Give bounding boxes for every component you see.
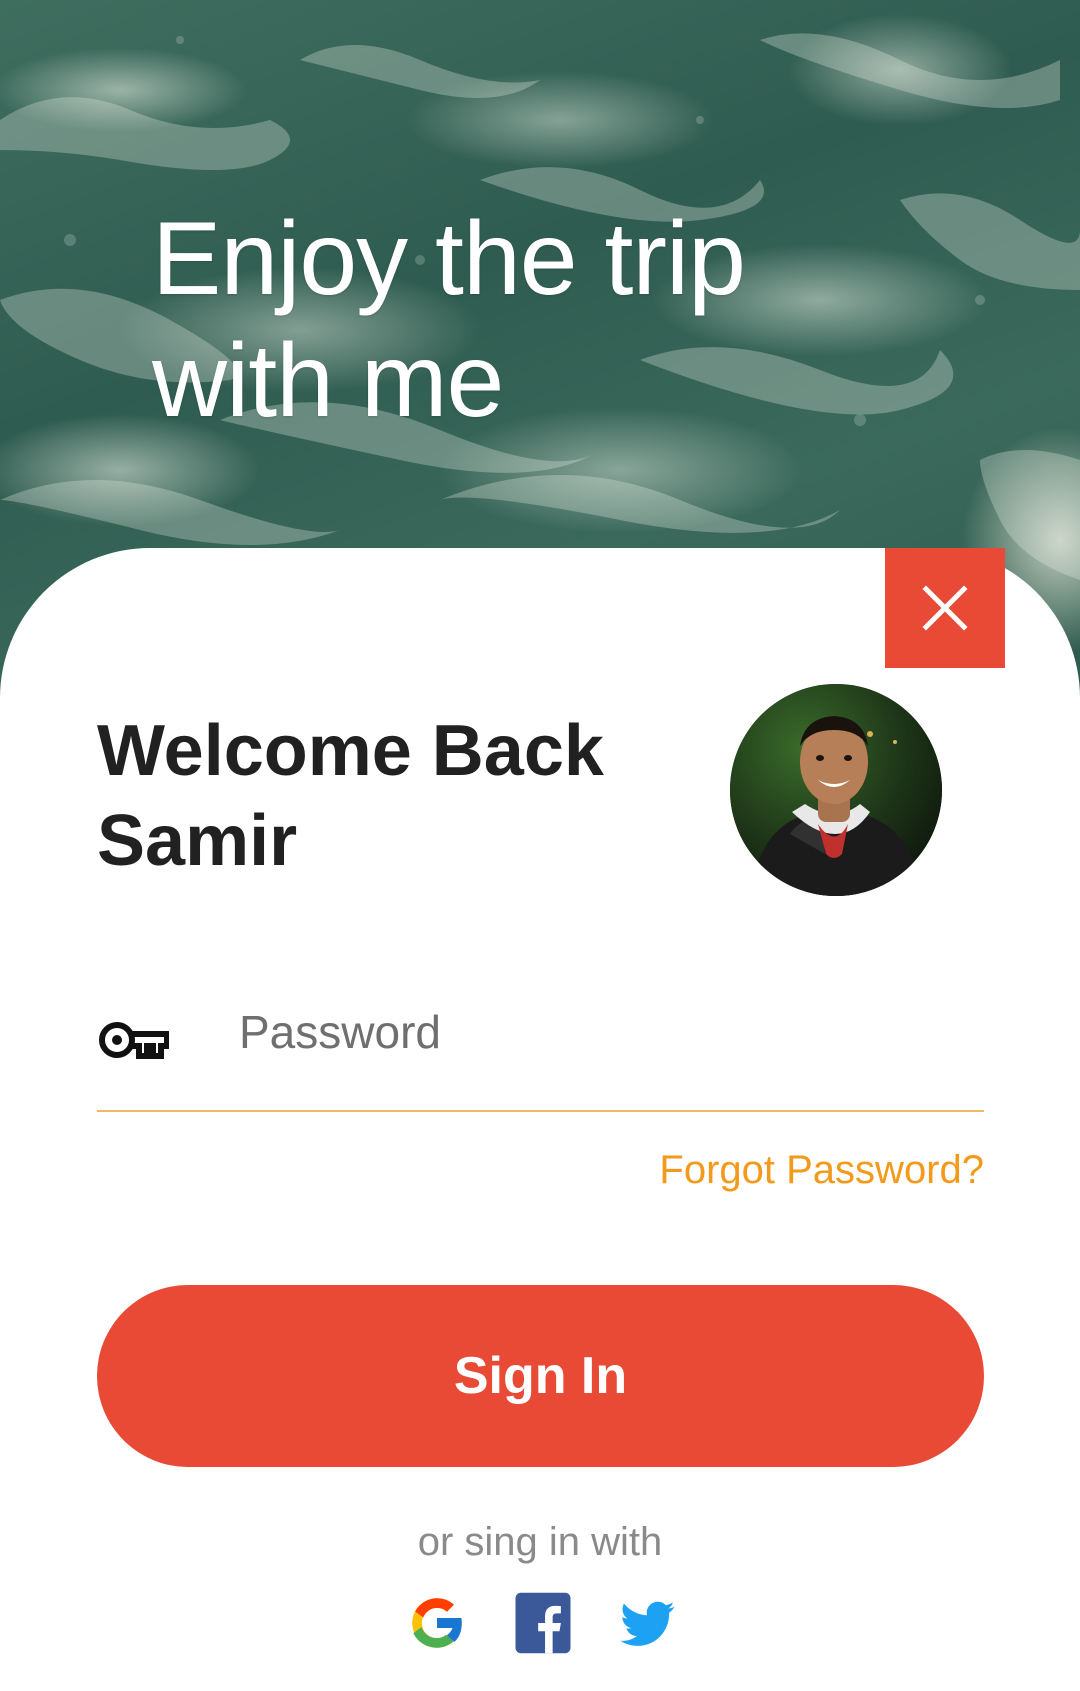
welcome-heading: Welcome Back Samir <box>97 711 604 881</box>
user-avatar-photo <box>730 684 942 896</box>
sign-in-button[interactable]: Sign In <box>97 1285 984 1467</box>
key-icon <box>99 1022 169 1059</box>
avatar <box>730 684 942 896</box>
forgot-password-link[interactable]: Forgot Password? <box>659 1148 984 1193</box>
facebook-signin-button[interactable] <box>510 1590 576 1656</box>
social-signin-label: or sing in with <box>417 1520 663 1564</box>
google-signin-button[interactable] <box>404 1590 470 1656</box>
close-icon <box>922 585 968 631</box>
password-field <box>97 990 984 1112</box>
twitter-icon <box>620 1601 675 1646</box>
login-screen: Enjoy the trip with me Welcome Back Sami… <box>0 0 1080 1691</box>
password-input[interactable] <box>239 990 939 1074</box>
hero-title: Enjoy the trip with me <box>152 201 746 439</box>
close-button[interactable] <box>885 548 1005 668</box>
twitter-signin-button[interactable] <box>614 1590 680 1656</box>
facebook-icon <box>515 1592 571 1654</box>
google-icon <box>412 1598 464 1648</box>
